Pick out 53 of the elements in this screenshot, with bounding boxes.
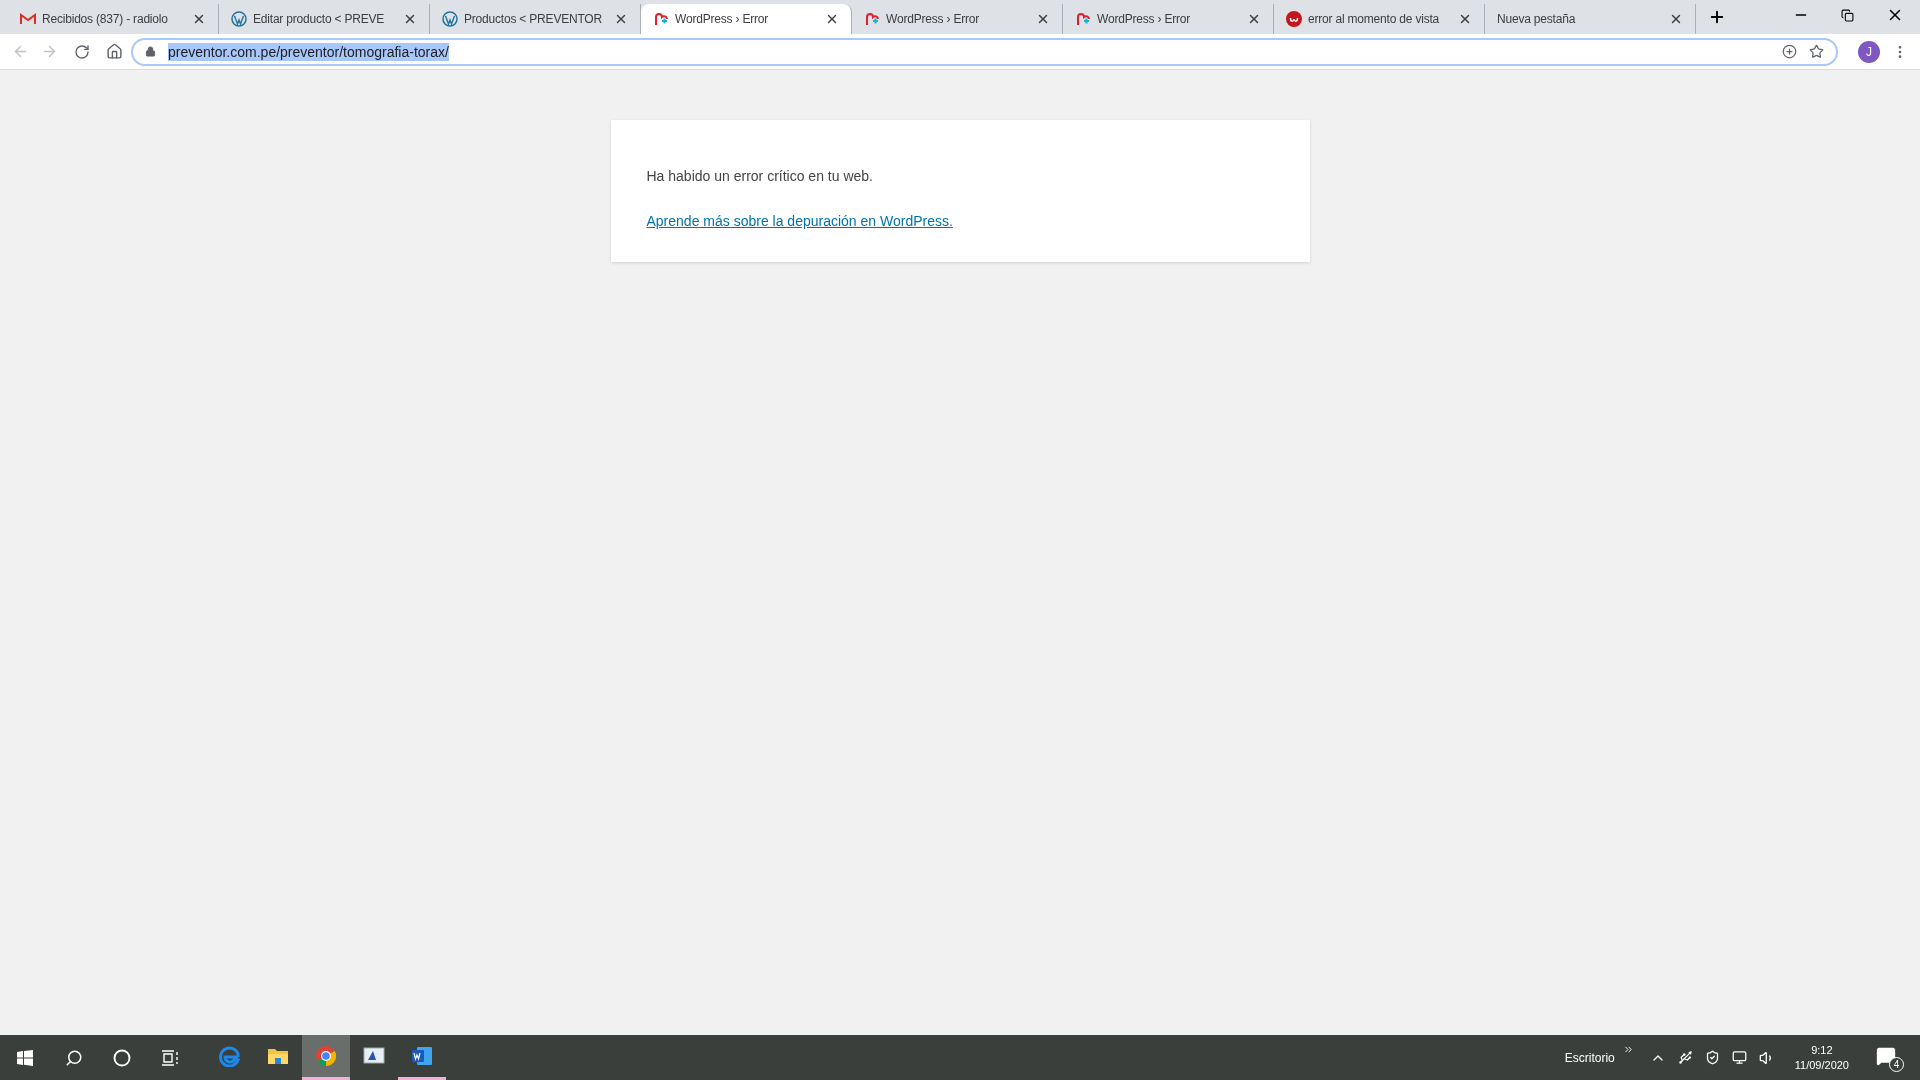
word-logo-icon: [411, 1045, 433, 1067]
restore-icon[interactable]: [1841, 8, 1854, 22]
close-icon[interactable]: [1458, 12, 1472, 26]
install-icon[interactable]: [1782, 44, 1797, 59]
monitor-app-icon: [363, 1046, 385, 1066]
notification-count: 4: [1889, 1057, 1904, 1072]
tab-title: WordPress › Error: [1097, 11, 1192, 28]
usb-icon[interactable]: [1677, 1050, 1693, 1065]
chrome-logo-icon: [315, 1045, 337, 1067]
wordpress-logo-icon: [442, 11, 458, 27]
close-icon[interactable]: [403, 12, 417, 26]
close-icon[interactable]: [192, 12, 206, 26]
task-view-icon[interactable]: [161, 1049, 179, 1066]
tab-title: error al momento de vista: [1308, 11, 1441, 28]
tab-title: Recibidos (837) - radiolo: [42, 11, 169, 28]
wordpress-logo-icon: [231, 11, 247, 27]
url-text: preventor.com.pe/preventor/tomografia-torax/: [168, 42, 449, 61]
network-icon[interactable]: [1731, 1050, 1747, 1065]
home-icon[interactable]: [106, 43, 123, 60]
close-icon[interactable]: [1036, 12, 1050, 26]
tab-title: Productos < PREVENTOR: [464, 11, 603, 28]
browser-e-icon: [219, 1045, 241, 1067]
lock-icon: [145, 46, 156, 57]
close-icon[interactable]: [825, 12, 839, 26]
date-text: 11/09/2020: [1794, 1057, 1849, 1073]
tab-title: WordPress › Error: [675, 11, 770, 28]
new-tab-icon[interactable]: [1708, 8, 1726, 26]
address-field[interactable]: preventor.com.pe/preventor/tomografia-torax/: [131, 37, 1838, 66]
close-icon[interactable]: [1669, 12, 1683, 26]
tab-title: WordPress › Error: [886, 11, 981, 28]
reload-icon[interactable]: [74, 43, 90, 60]
debug-link[interactable]: Aprende más sobre la depuración en WordPress.: [646, 210, 953, 232]
close-icon[interactable]: [614, 12, 628, 26]
toolbar-label[interactable]: Escritorio: [1564, 1048, 1615, 1067]
clock[interactable]: 9:12 11/09/2020: [1786, 1042, 1857, 1073]
tab-title: Editar producto < PREVE: [253, 11, 386, 28]
browser-tab[interactable]: WordPress › Error: [641, 4, 852, 34]
mail-logo-icon: [20, 13, 36, 25]
site-logo-icon: [1286, 11, 1302, 27]
error-message: Ha habido un error crítico en tu web.: [646, 167, 874, 186]
search-icon[interactable]: [65, 1048, 83, 1067]
time-text: 9:12: [1811, 1042, 1833, 1058]
cortana-circle-icon[interactable]: [113, 1048, 131, 1067]
tab-title: Nueva pestaña: [1497, 11, 1577, 28]
profile-avatar[interactable]: J: [1858, 40, 1880, 63]
shield-icon[interactable]: [1704, 1050, 1720, 1065]
expand-toolbar-icon[interactable]: [1622, 1044, 1634, 1055]
windows-logo-icon[interactable]: [17, 1049, 33, 1066]
notification-button[interactable]: 4: [1873, 1043, 1904, 1072]
folder-icon: [267, 1046, 289, 1066]
bookmark-star-icon[interactable]: [1809, 44, 1824, 59]
notification-icon: [1876, 1046, 1896, 1066]
close-icon[interactable]: [1247, 12, 1261, 26]
